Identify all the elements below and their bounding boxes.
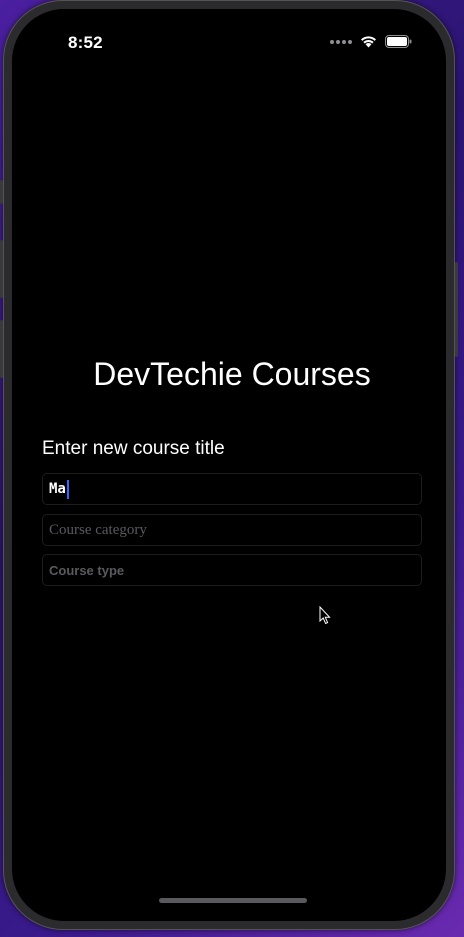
silent-switch [0, 180, 3, 204]
signal-dots-icon [330, 39, 352, 44]
wifi-icon [361, 36, 376, 48]
mouse-pointer-icon [319, 606, 331, 625]
device-frame: 8:52 DevTechie Courses Enter new course [0, 0, 458, 930]
course-category-placeholder: Course category [49, 521, 147, 538]
course-type-field[interactable]: Course type [42, 554, 422, 586]
power-button [455, 262, 458, 357]
home-indicator[interactable] [159, 898, 307, 903]
course-title-field[interactable]: Ma [42, 473, 422, 505]
course-title-value: Ma [49, 481, 66, 497]
course-type-placeholder: Course type [49, 562, 125, 578]
phone-screen: 8:52 DevTechie Courses Enter new course [12, 9, 446, 921]
volume-down-button [0, 320, 3, 378]
status-icons [330, 35, 412, 48]
status-time: 8:52 [68, 33, 103, 52]
page-title: DevTechie Courses [93, 356, 371, 392]
volume-up-button [0, 240, 3, 298]
status-bar: 8:52 [12, 9, 446, 69]
text-caret [66, 479, 69, 499]
section-label: Enter new course title [42, 438, 225, 459]
course-category-field[interactable]: Course category [42, 514, 422, 546]
battery-icon [385, 35, 412, 48]
